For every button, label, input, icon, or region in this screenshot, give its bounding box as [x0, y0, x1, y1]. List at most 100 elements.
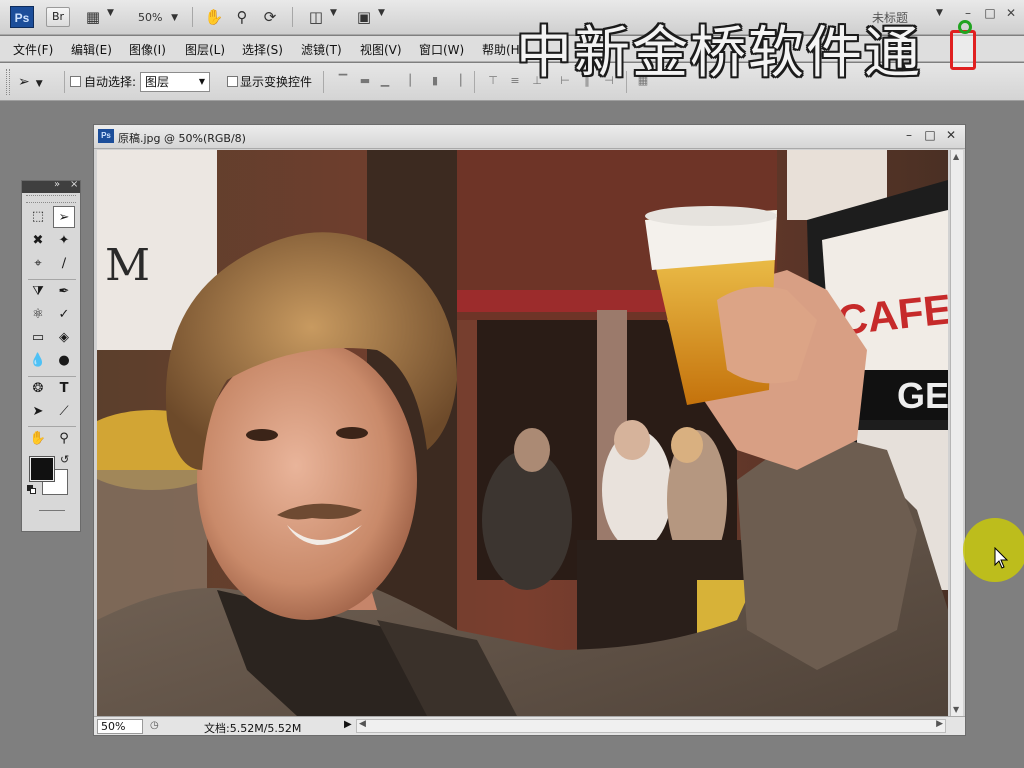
status-menu-arrow-icon[interactable]: ▶ [344, 719, 352, 730]
status-info-icon[interactable]: ◷ [150, 720, 159, 731]
maximize-icon[interactable]: □ [923, 128, 937, 142]
options-bar-grip[interactable] [6, 69, 10, 95]
menu-select[interactable]: 选择(S) [242, 41, 283, 58]
eyedropper-tool-icon[interactable]: ∕ [53, 253, 75, 275]
document-window: Ps 原稿.jpg @ 50%(RGB/8) – □ ✕ M CAFE GE ▲… [93, 124, 966, 736]
menu-edit[interactable]: 编辑(E) [71, 41, 112, 58]
path-selection-tool-icon[interactable]: ➤ [27, 401, 49, 423]
divider [28, 279, 76, 280]
chevron-down-icon[interactable]: ▼ [330, 8, 337, 18]
eraser-tool-icon[interactable]: ▭ [27, 327, 49, 349]
move-tool-icon[interactable]: ➢ [53, 206, 75, 228]
view-extras-icon[interactable]: ▦ [82, 6, 104, 28]
zoom-tool-icon[interactable]: ⚲ [53, 428, 75, 450]
hand-tool-icon[interactable]: ✋ [203, 6, 225, 28]
close-icon[interactable]: ✕ [944, 128, 958, 142]
tools-panel-header[interactable]: » × [22, 179, 80, 193]
scroll-up-icon[interactable]: ▲ [953, 152, 959, 161]
document-size-info: 文档:5.52M/5.52M [204, 722, 302, 735]
rotate-view-icon[interactable]: ⟳ [259, 6, 281, 28]
align-top-icon[interactable]: ▔ [336, 74, 350, 88]
dodge-tool-icon[interactable]: ● [53, 350, 75, 372]
chevron-down-icon[interactable]: ▼ [378, 8, 385, 18]
minimize-icon[interactable]: – [902, 128, 916, 142]
magic-wand-tool-icon[interactable]: ✦ [53, 230, 75, 252]
separator [64, 71, 65, 93]
screen-mode-icon[interactable]: ▣ [353, 6, 375, 28]
align-vertical-center-icon[interactable]: ▬ [358, 74, 372, 88]
crop-tool-icon[interactable]: ⌖ [27, 253, 49, 275]
document-titlebar[interactable]: Ps 原稿.jpg @ 50%(RGB/8) – □ ✕ [94, 125, 965, 149]
quick-mask-icon[interactable] [39, 503, 65, 511]
auto-select-checkbox[interactable] [70, 76, 81, 87]
align-left-icon[interactable]: ▏ [407, 74, 421, 88]
hand-tool-icon[interactable]: ✋ [27, 428, 49, 450]
chevron-down-icon[interactable]: ▼ [936, 8, 943, 18]
tools-panel-grip[interactable] [26, 195, 76, 203]
foreground-color-swatch[interactable] [29, 456, 55, 482]
menu-file[interactable]: 文件(F) [13, 41, 53, 58]
blur-tool-icon[interactable]: 💧 [27, 350, 49, 372]
align-right-icon[interactable]: ▕ [450, 74, 464, 88]
horizontal-scrollbar[interactable]: ◀ ▶ [356, 719, 946, 733]
chevron-down-icon: ▼ [198, 77, 205, 86]
show-transform-label: 显示变换控件 [240, 75, 313, 89]
zoom-tool-icon[interactable]: ⚲ [231, 6, 253, 28]
scroll-right-icon[interactable]: ▶ [936, 719, 943, 729]
status-zoom-field[interactable]: 50% [97, 719, 143, 734]
separator [323, 71, 324, 93]
marquee-tool-icon[interactable]: ⬚ [27, 206, 49, 228]
zoom-level-dropdown[interactable]: 50% ▼ [128, 8, 182, 28]
auto-select-value: 图层 [145, 75, 170, 89]
watermark-logo-red [950, 30, 976, 70]
pen-tool-icon[interactable]: ❂ [27, 378, 49, 400]
mouse-cursor-icon [994, 547, 1008, 569]
tools-panel: » × ⬚ ➢ ✖ ✦ ⌖ ∕ ⧩ ✒ ⚛ ✓ ▭ ◈ 💧 ● ❂ T ➤ ⟋ … [21, 179, 81, 532]
maximize-icon[interactable]: □ [982, 6, 998, 20]
close-icon[interactable]: ✕ [1003, 6, 1019, 20]
menu-view[interactable]: 视图(V) [360, 41, 402, 58]
vertical-scrollbar[interactable]: ▲ ▼ [950, 150, 963, 716]
auto-select-dropdown[interactable]: 图层 ▼ [140, 72, 210, 92]
brush-tool-icon[interactable]: ✒ [53, 281, 75, 303]
image-canvas[interactable]: M CAFE GE [97, 150, 948, 716]
type-tool-icon[interactable]: T [53, 378, 75, 400]
scroll-down-icon[interactable]: ▼ [953, 705, 959, 714]
separator [292, 7, 293, 27]
history-brush-tool-icon[interactable]: ✓ [53, 304, 75, 326]
default-colors-icon[interactable] [27, 485, 37, 495]
clone-stamp-tool-icon[interactable]: ⚛ [27, 304, 49, 326]
move-tool-icon: ➢ [18, 74, 30, 90]
document-ps-icon: Ps [98, 129, 114, 143]
scroll-left-icon[interactable]: ◀ [359, 719, 366, 729]
watermark-logo-green [958, 20, 972, 34]
paint-bucket-tool-icon[interactable]: ◈ [53, 327, 75, 349]
bridge-button[interactable]: Br [46, 7, 70, 27]
healing-brush-tool-icon[interactable]: ⧩ [27, 281, 49, 303]
tool-preset-picker[interactable]: ➢ ▼ [18, 71, 58, 93]
close-icon[interactable]: × [70, 179, 78, 190]
menu-image[interactable]: 图像(I) [129, 41, 166, 58]
show-transform-checkbox[interactable] [227, 76, 238, 87]
photo-man-with-beer: M CAFE GE [97, 150, 948, 716]
menu-layer[interactable]: 图层(L) [185, 41, 225, 58]
distribute-top-icon[interactable]: ⊤ [486, 74, 500, 88]
swap-colors-icon[interactable]: ↺ [60, 453, 69, 466]
watermark-text: 中新金桥软件通 [516, 21, 922, 86]
menu-window[interactable]: 窗口(W) [419, 41, 464, 58]
minimize-icon[interactable]: – [960, 6, 976, 20]
menu-filter[interactable]: 滤镜(T) [301, 41, 342, 58]
lasso-tool-icon[interactable]: ✖ [27, 230, 49, 252]
line-tool-icon[interactable]: ⟋ [53, 401, 75, 423]
chevron-down-icon[interactable]: ▼ [107, 8, 114, 18]
align-horizontal-center-icon[interactable]: ▮ [428, 74, 442, 88]
sign-text-ge: GE [897, 375, 948, 416]
photoshop-logo: Ps [10, 6, 34, 28]
align-bottom-icon[interactable]: ▁ [378, 74, 392, 88]
collapse-icon[interactable]: » [54, 179, 60, 190]
arrange-documents-icon[interactable]: ◫ [305, 6, 327, 28]
divider [28, 426, 76, 427]
chevron-down-icon: ▼ [35, 79, 43, 89]
document-status-bar: 50% ◷ 文档:5.52M/5.52M ▶ ◀ ▶ [94, 716, 965, 735]
chevron-down-icon: ▼ [171, 13, 178, 23]
